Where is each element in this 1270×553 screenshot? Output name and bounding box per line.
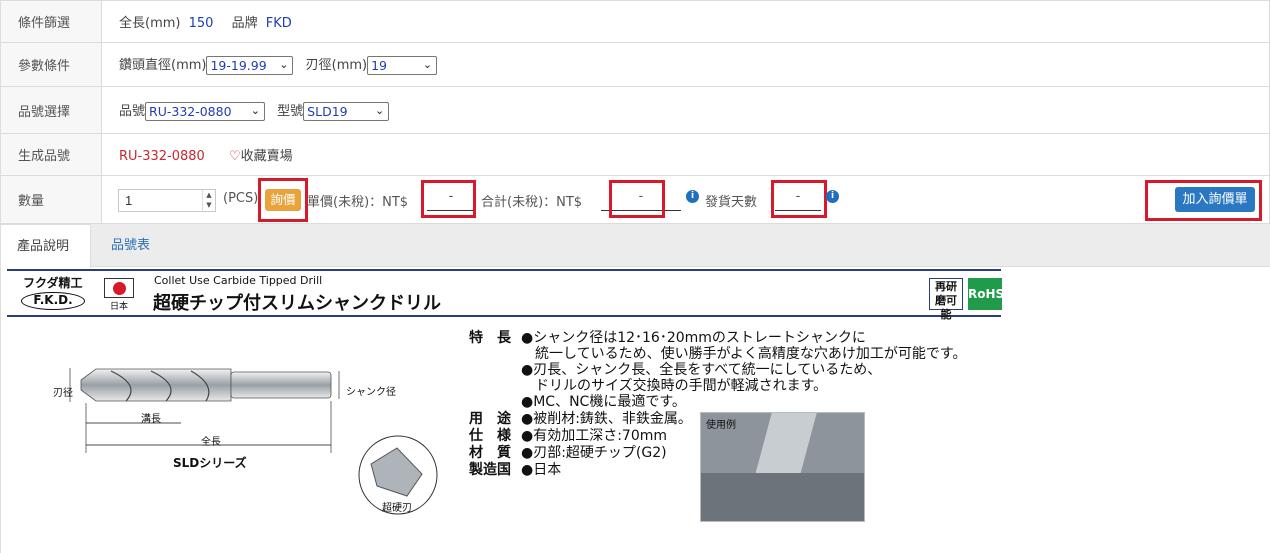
chevron-down-icon: ⌄ xyxy=(279,58,289,71)
condition-label: 條件篩選 xyxy=(0,0,102,43)
series-label: SLDシリーズ xyxy=(173,456,247,470)
feature-line: 材 質 ●刃部:超硬チップ(G2) xyxy=(469,445,667,461)
blade-dia-label: 刃徑(mm) xyxy=(305,58,368,73)
type-select[interactable]: SLD19 ⌄ xyxy=(303,101,390,121)
feature-line: 統一しているため、使い勝手がよく高精度な穴あけ加工が可能です。 xyxy=(521,346,967,362)
brand-jp: フクダ精工 xyxy=(23,276,83,290)
model-label: 品號選擇 xyxy=(0,86,102,134)
feature-line: 仕 様 ●有効加工深さ:70mm xyxy=(469,428,668,444)
unit-price-label: 單價(未稅)：NT$ xyxy=(307,194,409,210)
tab-product-description[interactable]: 產品說明 xyxy=(0,224,91,268)
country-label: 日本 xyxy=(110,302,129,312)
ship-days-label: 發貨天數 xyxy=(705,194,758,210)
total-length-label: 全長 xyxy=(201,437,221,448)
chevron-down-icon: ⌄ xyxy=(422,58,433,71)
chevron-down-icon: ⌄ xyxy=(374,103,385,117)
japan-flag-icon xyxy=(104,278,134,298)
usage-photo: 使用例 xyxy=(700,412,865,522)
quantity-stepper[interactable]: ▲ ▼ xyxy=(202,189,215,211)
title-jp: 超硬チップ付スリムシャンクドリル xyxy=(153,293,441,314)
tab-part-table[interactable]: 品號表 xyxy=(95,224,166,267)
feature-line: ●MC、NC機に最適です。 xyxy=(521,394,686,410)
feature-line: 製造国 ●日本 xyxy=(469,462,562,478)
brand-value[interactable]: FKD xyxy=(266,16,292,31)
fkd-logo: F.K.D. xyxy=(21,292,85,310)
generated-label: 生成品號 xyxy=(0,133,102,176)
highlight-box xyxy=(421,179,476,218)
info-icon[interactable]: i xyxy=(826,189,839,203)
filter-table: 條件篩選 全長(mm) 150 品牌 FKD 參數條件 鑽頭直徑(mm) 19-1… xyxy=(0,0,1270,224)
highlight-box xyxy=(1145,179,1262,221)
chevron-down-icon: ⌄ xyxy=(250,103,261,117)
length-value[interactable]: 150 xyxy=(189,16,214,31)
info-icon[interactable]: i xyxy=(686,189,699,203)
regrind-badge: 再研磨可能 xyxy=(929,278,963,321)
total-label: 合計(未稅)：NT$ xyxy=(481,194,583,210)
blade-dia-select[interactable]: 19 ⌄ xyxy=(367,56,438,75)
product-image: フクダ精工 F.K.D. 日本 Collet Use Carbide Tippe… xyxy=(0,268,1270,553)
quantity-row: ▲▼ (PCS) 詢價 單價(未稅)：NT$ - 合計(未稅)：NT$ - i … xyxy=(102,177,1269,223)
usage-photo-label: 使用例 xyxy=(706,420,736,431)
generated-part-number: RU-332-0880 xyxy=(119,149,205,164)
feature-line: 特 長 ●シャンク径は12･16･20mmのストレートシャンクに xyxy=(469,330,866,346)
groove-length-label: 溝長 xyxy=(141,414,161,425)
unit-label: (PCS) xyxy=(223,190,259,206)
part-label: 品號 xyxy=(119,103,146,119)
feature-line: 用 途 ●被削材:鋳鉄、非鉄金属。 xyxy=(469,411,692,427)
heart-icon[interactable]: ♡ xyxy=(229,149,241,164)
shank-dia-label: シャンク径 xyxy=(346,387,396,398)
carbide-label: 超硬刃 xyxy=(382,503,412,514)
feature-line: ●刃長、シャンク長、全長をすべて統一にしているため、 xyxy=(521,362,882,378)
drill-dia-label: 鑽頭直徑(mm) xyxy=(119,58,207,73)
brand-label: 品牌 xyxy=(231,16,258,31)
header-rule xyxy=(7,315,1001,317)
type-label: 型號 xyxy=(277,103,304,119)
feature-line: ドリルのサイズ交換時の手間が軽減されます。 xyxy=(521,378,828,394)
params-label: 參數條件 xyxy=(0,42,102,87)
length-label: 全長(mm) xyxy=(119,16,181,31)
highlight-box xyxy=(609,179,665,218)
highlight-box xyxy=(258,177,308,222)
rohs-badge: RoHS xyxy=(968,278,1004,310)
drill-dia-select[interactable]: 19-19.99 ⌄ xyxy=(206,56,294,75)
part-select[interactable]: RU-332-0880 ⌄ xyxy=(145,101,266,121)
favorite-link[interactable]: 收藏賣場 xyxy=(241,149,293,164)
header-rule xyxy=(7,269,1001,271)
highlight-box xyxy=(771,179,827,218)
subtitle-en: Collet Use Carbide Tipped Drill xyxy=(154,274,323,287)
blade-dia-label: 刃径 xyxy=(53,388,73,399)
tab-bar: 產品說明 品號表 xyxy=(0,224,1270,268)
quantity-label: 數量 xyxy=(0,175,102,224)
